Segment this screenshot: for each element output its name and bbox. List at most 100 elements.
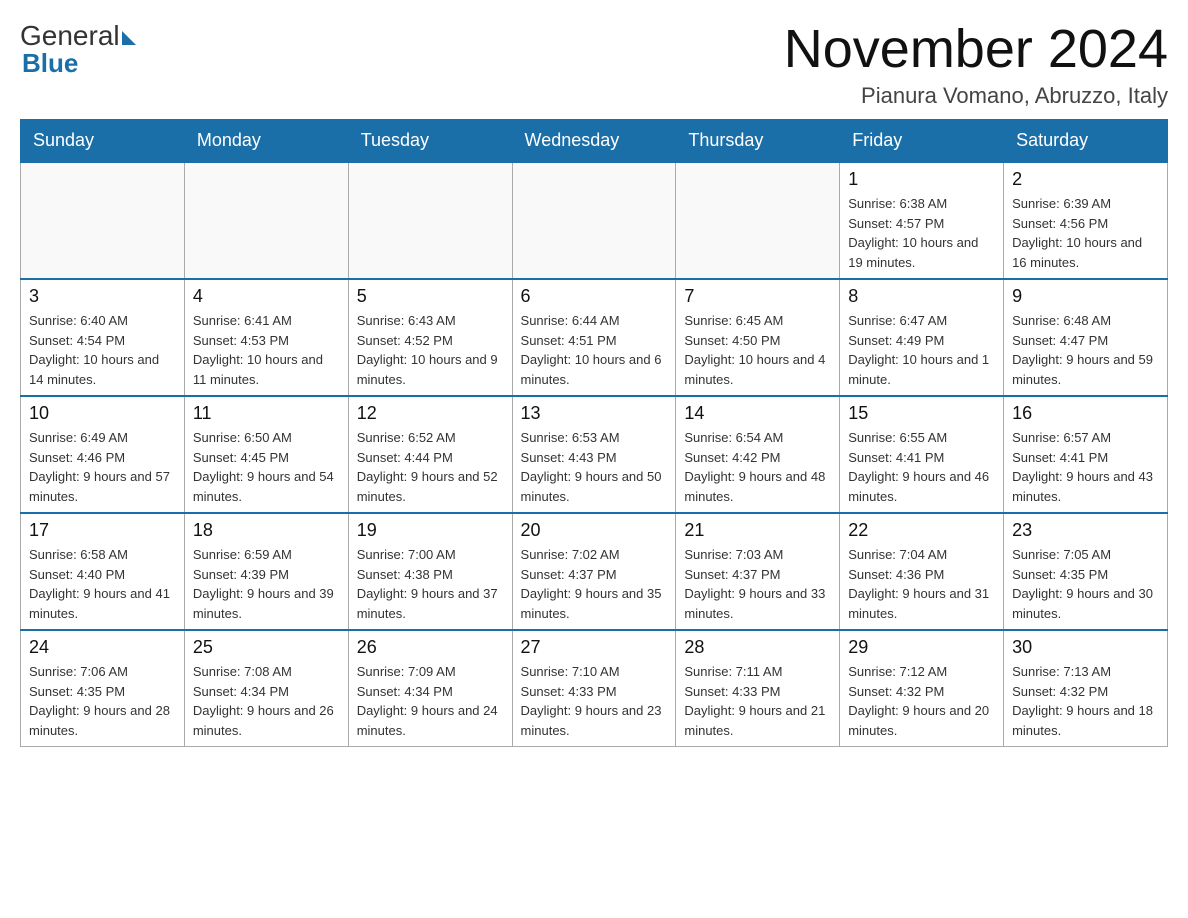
day-number: 3 xyxy=(29,286,176,307)
day-info: Sunrise: 6:38 AM Sunset: 4:57 PM Dayligh… xyxy=(848,194,995,272)
day-info: Sunrise: 7:06 AM Sunset: 4:35 PM Dayligh… xyxy=(29,662,176,740)
day-info: Sunrise: 6:50 AM Sunset: 4:45 PM Dayligh… xyxy=(193,428,340,506)
calendar-cell: 21Sunrise: 7:03 AM Sunset: 4:37 PM Dayli… xyxy=(676,513,840,630)
day-number: 14 xyxy=(684,403,831,424)
calendar-cell xyxy=(21,162,185,279)
month-title: November 2024 xyxy=(784,20,1168,79)
day-info: Sunrise: 7:13 AM Sunset: 4:32 PM Dayligh… xyxy=(1012,662,1159,740)
calendar-cell xyxy=(512,162,676,279)
calendar-cell: 18 Sunrise: 6:59 AM Sunset: 4:39 PM Dayli… xyxy=(184,513,348,630)
day-number: 17 xyxy=(29,520,176,541)
day-number: 13 xyxy=(521,403,668,424)
day-number: 29 xyxy=(848,637,995,658)
day-info: Sunrise: 6:45 AM Sunset: 4:50 PM Dayligh… xyxy=(684,311,831,389)
day-number: 8 xyxy=(848,286,995,307)
calendar-cell: 24 Sunrise: 7:06 AM Sunset: 4:35 PM Dayli… xyxy=(21,630,185,747)
day-info: Sunrise: 6:55 AM Sunset: 4:41 PM Dayligh… xyxy=(848,428,995,506)
calendar-header-thursday: Thursday xyxy=(676,120,840,163)
calendar-cell: 30Sunrise: 7:13 AM Sunset: 4:32 PM Dayli… xyxy=(1004,630,1168,747)
day-info: Sunrise: 6:41 AM Sunset: 4:53 PM Dayligh… xyxy=(193,311,340,389)
day-number: 1 xyxy=(848,169,995,190)
calendar-cell: 4 Sunrise: 6:41 AM Sunset: 4:53 PM Daylig… xyxy=(184,279,348,396)
calendar-header-monday: Monday xyxy=(184,120,348,163)
day-info: Sunrise: 7:04 AM Sunset: 4:36 PM Dayligh… xyxy=(848,545,995,623)
day-info: Sunrise: 7:11 AM Sunset: 4:33 PM Dayligh… xyxy=(684,662,831,740)
day-number: 25 xyxy=(193,637,340,658)
day-info: Sunrise: 6:48 AM Sunset: 4:47 PM Dayligh… xyxy=(1012,311,1159,389)
calendar-header-tuesday: Tuesday xyxy=(348,120,512,163)
day-number: 4 xyxy=(193,286,340,307)
day-info: Sunrise: 7:08 AM Sunset: 4:34 PM Dayligh… xyxy=(193,662,340,740)
day-number: 12 xyxy=(357,403,504,424)
day-info: Sunrise: 7:03 AM Sunset: 4:37 PM Dayligh… xyxy=(684,545,831,623)
calendar-cell: 13Sunrise: 6:53 AM Sunset: 4:43 PM Dayli… xyxy=(512,396,676,513)
calendar-header-friday: Friday xyxy=(840,120,1004,163)
calendar-header-sunday: Sunday xyxy=(21,120,185,163)
day-info: Sunrise: 6:40 AM Sunset: 4:54 PM Dayligh… xyxy=(29,311,176,389)
title-section: November 2024 Pianura Vomano, Abruzzo, I… xyxy=(784,20,1168,109)
day-info: Sunrise: 7:12 AM Sunset: 4:32 PM Dayligh… xyxy=(848,662,995,740)
day-number: 28 xyxy=(684,637,831,658)
calendar-cell: 1 Sunrise: 6:38 AM Sunset: 4:57 PM Daylig… xyxy=(840,162,1004,279)
day-info: Sunrise: 6:54 AM Sunset: 4:42 PM Dayligh… xyxy=(684,428,831,506)
calendar-cell: 16Sunrise: 6:57 AM Sunset: 4:41 PM Dayli… xyxy=(1004,396,1168,513)
calendar-cell xyxy=(676,162,840,279)
day-number: 2 xyxy=(1012,169,1159,190)
week-row-3: 10 Sunrise: 6:49 AM Sunset: 4:46 PM Dayli… xyxy=(21,396,1168,513)
day-number: 18 xyxy=(193,520,340,541)
location: Pianura Vomano, Abruzzo, Italy xyxy=(784,83,1168,109)
week-row-5: 24 Sunrise: 7:06 AM Sunset: 4:35 PM Dayli… xyxy=(21,630,1168,747)
day-number: 23 xyxy=(1012,520,1159,541)
day-info: Sunrise: 7:10 AM Sunset: 4:33 PM Dayligh… xyxy=(521,662,668,740)
week-row-2: 3 Sunrise: 6:40 AM Sunset: 4:54 PM Daylig… xyxy=(21,279,1168,396)
day-number: 19 xyxy=(357,520,504,541)
calendar-cell: 25 Sunrise: 7:08 AM Sunset: 4:34 PM Dayli… xyxy=(184,630,348,747)
day-info: Sunrise: 7:02 AM Sunset: 4:37 PM Dayligh… xyxy=(521,545,668,623)
calendar-cell: 11 Sunrise: 6:50 AM Sunset: 4:45 PM Dayli… xyxy=(184,396,348,513)
day-number: 26 xyxy=(357,637,504,658)
day-info: Sunrise: 7:05 AM Sunset: 4:35 PM Dayligh… xyxy=(1012,545,1159,623)
day-info: Sunrise: 6:52 AM Sunset: 4:44 PM Dayligh… xyxy=(357,428,504,506)
calendar-cell: 7 Sunrise: 6:45 AM Sunset: 4:50 PM Daylig… xyxy=(676,279,840,396)
day-number: 9 xyxy=(1012,286,1159,307)
calendar-cell: 23 Sunrise: 7:05 AM Sunset: 4:35 PM Dayli… xyxy=(1004,513,1168,630)
calendar-header-wednesday: Wednesday xyxy=(512,120,676,163)
logo-blue: Blue xyxy=(20,48,136,79)
calendar-cell: 12 Sunrise: 6:52 AM Sunset: 4:44 PM Dayli… xyxy=(348,396,512,513)
calendar-cell: 26 Sunrise: 7:09 AM Sunset: 4:34 PM Dayli… xyxy=(348,630,512,747)
day-number: 10 xyxy=(29,403,176,424)
day-info: Sunrise: 6:44 AM Sunset: 4:51 PM Dayligh… xyxy=(521,311,668,389)
logo: General Blue xyxy=(20,20,136,79)
day-info: Sunrise: 6:49 AM Sunset: 4:46 PM Dayligh… xyxy=(29,428,176,506)
day-number: 15 xyxy=(848,403,995,424)
calendar-header-saturday: Saturday xyxy=(1004,120,1168,163)
day-number: 27 xyxy=(521,637,668,658)
day-number: 20 xyxy=(521,520,668,541)
day-info: Sunrise: 6:47 AM Sunset: 4:49 PM Dayligh… xyxy=(848,311,995,389)
calendar-cell: 20 Sunrise: 7:02 AM Sunset: 4:37 PM Dayli… xyxy=(512,513,676,630)
day-info: Sunrise: 6:59 AM Sunset: 4:39 PM Dayligh… xyxy=(193,545,340,623)
day-number: 11 xyxy=(193,403,340,424)
calendar-cell: 14 Sunrise: 6:54 AM Sunset: 4:42 PM Dayli… xyxy=(676,396,840,513)
calendar-cell xyxy=(348,162,512,279)
calendar-cell: 8 Sunrise: 6:47 AM Sunset: 4:49 PM Daylig… xyxy=(840,279,1004,396)
week-row-4: 17 Sunrise: 6:58 AM Sunset: 4:40 PM Dayli… xyxy=(21,513,1168,630)
day-number: 5 xyxy=(357,286,504,307)
day-number: 24 xyxy=(29,637,176,658)
calendar-cell: 19Sunrise: 7:00 AM Sunset: 4:38 PM Dayli… xyxy=(348,513,512,630)
day-info: Sunrise: 7:09 AM Sunset: 4:34 PM Dayligh… xyxy=(357,662,504,740)
day-number: 6 xyxy=(521,286,668,307)
calendar-cell: 6 Sunrise: 6:44 AM Sunset: 4:51 PM Daylig… xyxy=(512,279,676,396)
day-info: Sunrise: 6:39 AM Sunset: 4:56 PM Dayligh… xyxy=(1012,194,1159,272)
calendar-cell xyxy=(184,162,348,279)
day-info: Sunrise: 6:58 AM Sunset: 4:40 PM Dayligh… xyxy=(29,545,176,623)
day-number: 7 xyxy=(684,286,831,307)
day-number: 22 xyxy=(848,520,995,541)
calendar-table: SundayMondayTuesdayWednesdayThursdayFrid… xyxy=(20,119,1168,747)
calendar-cell: 28 Sunrise: 7:11 AM Sunset: 4:33 PM Dayli… xyxy=(676,630,840,747)
calendar-cell: 2 Sunrise: 6:39 AM Sunset: 4:56 PM Daylig… xyxy=(1004,162,1168,279)
calendar-cell: 9 Sunrise: 6:48 AM Sunset: 4:47 PM Daylig… xyxy=(1004,279,1168,396)
calendar-cell: 3 Sunrise: 6:40 AM Sunset: 4:54 PM Daylig… xyxy=(21,279,185,396)
calendar-header-row: SundayMondayTuesdayWednesdayThursdayFrid… xyxy=(21,120,1168,163)
week-row-1: 1 Sunrise: 6:38 AM Sunset: 4:57 PM Daylig… xyxy=(21,162,1168,279)
